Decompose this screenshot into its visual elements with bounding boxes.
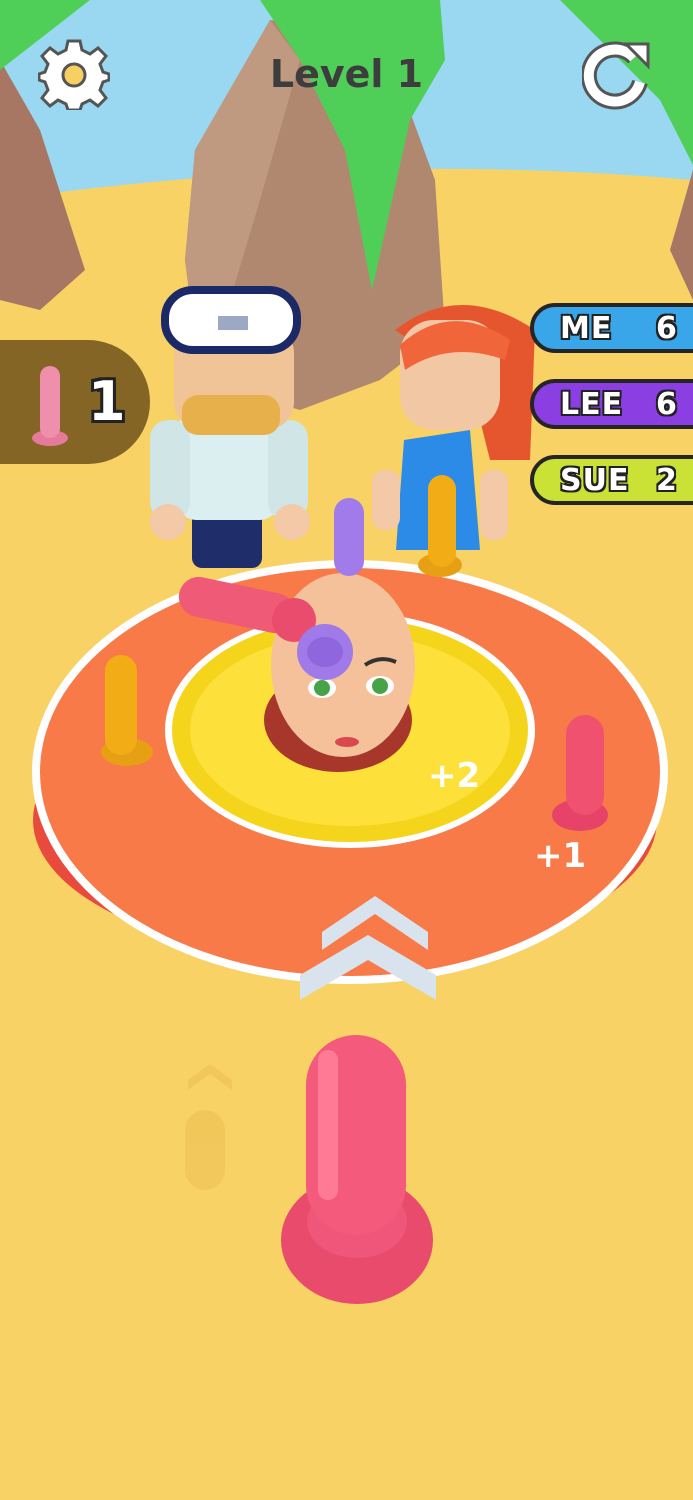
player-name: ME xyxy=(560,310,613,346)
inner-ring-points: +2 xyxy=(428,756,481,796)
peg-purple-on-head xyxy=(297,624,353,680)
character-sailor xyxy=(150,286,310,568)
game-scene[interactable] xyxy=(0,0,693,1500)
player-score: 2 xyxy=(656,462,678,498)
peg-purple-back xyxy=(334,498,364,576)
score-pill-lee: LEE 6 xyxy=(530,379,693,429)
player-name: SUE xyxy=(560,462,630,498)
score-pill-sue: SUE 2 xyxy=(530,455,693,505)
player-name: LEE xyxy=(560,386,624,422)
peg-icon xyxy=(32,366,68,446)
pegs-remaining-count: 1 xyxy=(88,370,126,433)
score-pill-me: ME 6 xyxy=(530,303,693,353)
player-score: 6 xyxy=(656,310,678,346)
restart-icon[interactable] xyxy=(582,38,654,110)
pegs-remaining-counter: 1 xyxy=(0,340,150,464)
player-score: 6 xyxy=(656,386,678,422)
outer-ring-points: +1 xyxy=(534,836,587,876)
